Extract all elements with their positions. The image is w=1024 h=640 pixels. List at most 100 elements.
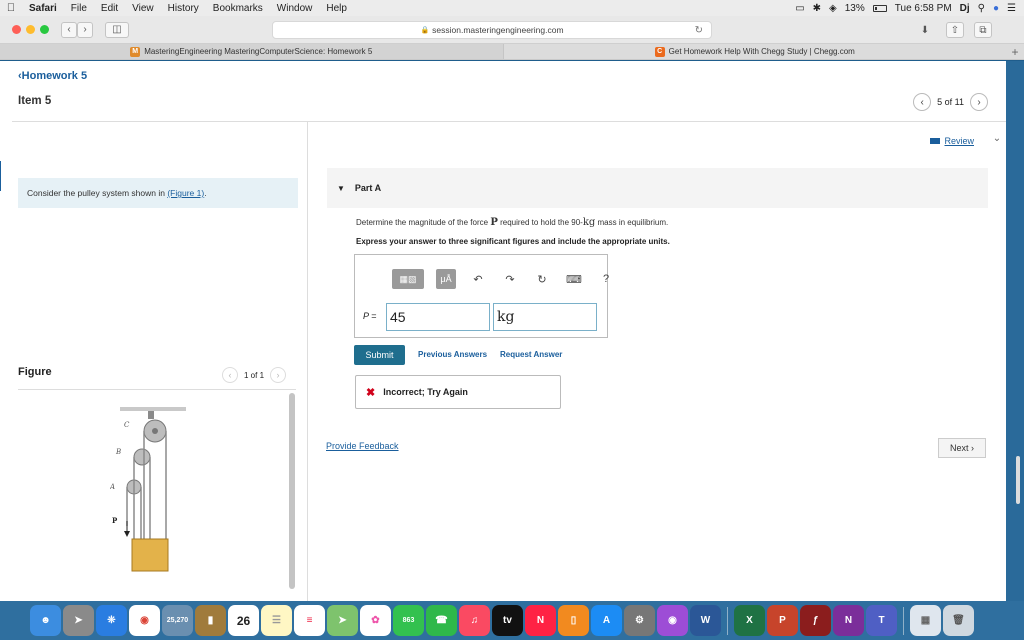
address-bar[interactable]: 🔒 session.masteringengineering.com ↻: [272, 21, 712, 39]
battery-icon[interactable]: [872, 4, 887, 12]
share-icon[interactable]: ⇧: [946, 22, 964, 38]
finder-icon[interactable]: ☻: [30, 605, 61, 636]
menu-bookmarks[interactable]: Bookmarks: [206, 3, 270, 14]
photos-icon[interactable]: ✿: [360, 605, 391, 636]
lock-icon: 🔒: [420, 27, 430, 34]
next-button[interactable]: Next ›: [938, 438, 986, 458]
reload-icon[interactable]: ↻: [695, 25, 703, 36]
sidebar-icon[interactable]: ◫: [105, 21, 129, 38]
back-button[interactable]: ‹: [61, 21, 77, 38]
chegg-favicon-icon: C: [654, 46, 665, 57]
window-controls: [0, 25, 49, 34]
pulley-b: [133, 448, 151, 466]
maps-icon[interactable]: ➤: [327, 605, 358, 636]
teams-icon[interactable]: T: [866, 605, 897, 636]
window-scrollbar[interactable]: [1006, 61, 1024, 601]
label-b: B: [115, 448, 121, 456]
menu-file[interactable]: File: [64, 3, 94, 14]
unit-input[interactable]: kg: [493, 303, 597, 331]
reset-icon[interactable]: ↻: [532, 269, 552, 289]
trash-icon[interactable]: 🗑: [943, 605, 974, 636]
launchpad-icon[interactable]: ➤: [63, 605, 94, 636]
wifi-icon[interactable]: ◈: [829, 3, 837, 14]
pane-divider[interactable]: [307, 122, 308, 601]
notification-center-icon[interactable]: ☰: [1007, 3, 1016, 14]
figure-prev-button[interactable]: ‹: [222, 367, 238, 383]
submit-button[interactable]: Submit: [354, 345, 405, 365]
help-icon[interactable]: ?: [596, 269, 616, 289]
dock-separator-2: [903, 606, 904, 635]
request-answer-link[interactable]: Request Answer: [500, 350, 562, 359]
minimize-window-button[interactable]: [26, 25, 35, 34]
math-toolbar: ▦▧ μÅ ↶ ↷ ↻ ⌨ ?: [392, 269, 616, 289]
facetime-icon[interactable]: ☎: [426, 605, 457, 636]
templates-icon[interactable]: ▦▧: [392, 269, 424, 289]
notes-icon[interactable]: ☰: [261, 605, 292, 636]
close-window-button[interactable]: [12, 25, 21, 34]
siri-icon[interactable]: ●: [993, 3, 999, 14]
messages-icon[interactable]: 863: [393, 605, 424, 636]
menu-edit[interactable]: Edit: [94, 3, 125, 14]
safari-icon[interactable]: ❊: [96, 605, 127, 636]
chrome-icon[interactable]: ◉: [129, 605, 160, 636]
micro-a-icon[interactable]: μÅ: [436, 269, 456, 289]
word-icon[interactable]: W: [690, 605, 721, 636]
zoom-window-button[interactable]: [40, 25, 49, 34]
new-tab-button[interactable]: +: [1006, 44, 1024, 59]
calendar-icon[interactable]: 26: [228, 605, 259, 636]
downloads-icon[interactable]: ⬇: [916, 22, 934, 38]
reminders-icon[interactable]: ≡: [294, 605, 325, 636]
figure-next-button[interactable]: ›: [270, 367, 287, 383]
question-prefix: Determine the magnitude of the force: [356, 218, 489, 227]
value-input[interactable]: 45: [386, 303, 490, 331]
books-icon[interactable]: ▯: [558, 605, 589, 636]
forward-button[interactable]: ›: [77, 21, 93, 38]
excel-icon[interactable]: X: [734, 605, 765, 636]
redo-icon[interactable]: ↷: [500, 269, 520, 289]
airplay-icon[interactable]: ▭: [795, 3, 804, 14]
user-menu[interactable]: Dj: [960, 3, 970, 14]
podcasts-icon[interactable]: ◉: [657, 605, 688, 636]
bluetooth-icon[interactable]: ✱: [813, 3, 821, 14]
tabs-overview-icon[interactable]: ⧉: [974, 22, 992, 38]
system-preferences-icon[interactable]: ⚙: [624, 605, 655, 636]
app-store-icon[interactable]: A: [591, 605, 622, 636]
part-a-header[interactable]: ▼ Part A: [327, 168, 988, 208]
question-end: mass in equilibrium.: [597, 218, 669, 227]
tv-icon[interactable]: tv: [492, 605, 523, 636]
problem-end: .: [204, 188, 207, 198]
photos-badge-icon[interactable]: 25,270: [162, 605, 193, 636]
menu-help[interactable]: Help: [319, 3, 354, 14]
apple-icon[interactable]: : [0, 2, 22, 14]
menu-window[interactable]: Window: [270, 3, 320, 14]
powerpoint-icon[interactable]: P: [767, 605, 798, 636]
menu-safari[interactable]: Safari: [22, 3, 64, 14]
figure-scrollbar[interactable]: [289, 393, 295, 589]
tab-chegg[interactable]: C Get Homework Help With Chegg Study | C…: [502, 44, 1007, 59]
undo-icon[interactable]: ↶: [468, 269, 488, 289]
terminal-icon[interactable]: ƒ: [800, 605, 831, 636]
notes-folder-icon[interactable]: ▮: [195, 605, 226, 636]
news-icon[interactable]: N: [525, 605, 556, 636]
label-c: C: [124, 421, 130, 429]
downloads-stack-icon[interactable]: ▦: [910, 605, 941, 636]
spotlight-icon[interactable]: ⚲: [978, 3, 985, 14]
menu-view[interactable]: View: [125, 3, 161, 14]
tab-mastering[interactable]: M MasteringEngineering MasteringComputer…: [0, 44, 503, 59]
chevron-down-icon[interactable]: ⌄: [988, 129, 1006, 147]
next-item-button[interactable]: ›: [970, 93, 988, 111]
homework-back-label: Homework 5: [21, 70, 88, 82]
menu-history[interactable]: History: [161, 3, 206, 14]
figure-heading: Figure: [18, 366, 52, 378]
previous-answers-link[interactable]: Previous Answers: [418, 350, 487, 359]
scroll-thumb[interactable]: [1016, 456, 1020, 504]
homework-back-link[interactable]: ‹Homework 5: [18, 70, 87, 82]
clock[interactable]: Tue 6:58 PM: [895, 3, 952, 14]
music-icon[interactable]: ♫: [459, 605, 490, 636]
provide-feedback-link[interactable]: Provide Feedback: [326, 441, 399, 451]
keyboard-icon[interactable]: ⌨: [564, 269, 584, 289]
prev-item-button[interactable]: ‹: [913, 93, 932, 111]
review-link[interactable]: Review: [930, 136, 974, 146]
figure-link[interactable]: (Figure 1): [167, 188, 204, 198]
onenote-icon[interactable]: N: [833, 605, 864, 636]
